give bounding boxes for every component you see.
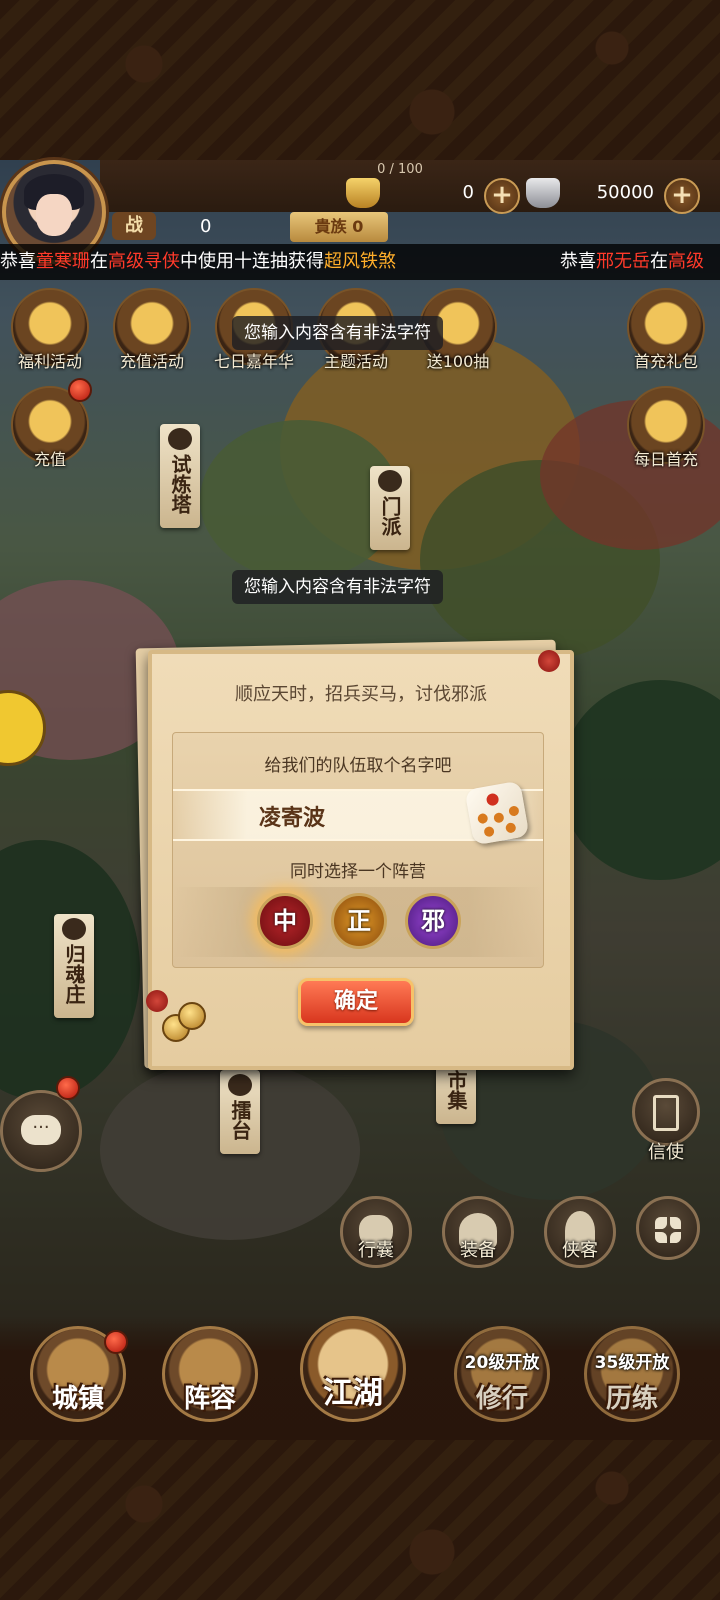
toast-illegal-chars-2: 您输入内容含有非法字符: [232, 570, 443, 604]
announcement-marquee: 恭喜童寒珊在高级寻侠中使用十连抽获得超风铁煞 恭喜邢无岳在高级: [0, 244, 720, 280]
gold-resource: 0 +: [346, 178, 520, 214]
silver-ingot-icon: [526, 178, 560, 208]
camp-selector: 中 正 邪: [173, 887, 543, 957]
random-name-dice-icon[interactable]: [464, 780, 530, 846]
activity-daily-first-recharge[interactable]: 每日首充: [620, 386, 712, 470]
nav-lineup-label: 阵容: [183, 1384, 236, 1414]
map-sign-soul-village[interactable]: 归魂庄: [54, 914, 94, 1018]
nav-jianghu-label: 江湖: [323, 1376, 383, 1411]
silver-resource: 50000 +: [526, 178, 700, 214]
camp-evil-button[interactable]: 邪: [405, 893, 461, 949]
add-silver-button[interactable]: +: [664, 178, 700, 214]
chat-button[interactable]: ···: [0, 1090, 82, 1172]
activity-first-recharge-pack[interactable]: 首充礼包: [620, 288, 712, 372]
power-icon: 战: [112, 212, 156, 240]
decorative-knot-icon: [538, 650, 560, 672]
team-name-input[interactable]: [259, 801, 459, 831]
gold-ingot-icon: [346, 178, 380, 208]
confirm-button[interactable]: 确定: [298, 978, 414, 1026]
create-team-dialog: 顺应天时，招兵买马，讨伐邪派 给我们的队伍取个名字吧 同时选择一个阵营 中 正 …: [146, 650, 574, 1070]
power-value: 0: [200, 216, 212, 237]
silver-value: 50000: [596, 182, 654, 203]
chat-notification-dot: [56, 1076, 80, 1100]
decorative-bell-icon: [178, 1002, 206, 1030]
recharge-notification-dot: [68, 378, 92, 402]
nav-training-label: 历练: [605, 1384, 658, 1414]
bag-label: 行囊: [358, 1240, 394, 1261]
nav-training-lock: 35级开放: [594, 1353, 670, 1373]
marquee-line-1: 恭喜童寒珊在高级寻侠中使用十连抽获得超风铁煞: [0, 251, 396, 272]
town-notification-dot: [104, 1330, 128, 1354]
four-petal-icon: [655, 1217, 681, 1243]
map-sign-arena[interactable]: 擂台: [220, 1070, 260, 1154]
nav-practice-lock: 20级开放: [464, 1353, 540, 1373]
team-name-field: [173, 780, 543, 846]
exp-text: 0 / 100: [377, 162, 423, 177]
nav-town-label: 城镇: [51, 1384, 104, 1414]
toast-illegal-chars-1: 您输入内容含有非法字符: [232, 316, 443, 350]
messenger-button[interactable]: [632, 1078, 700, 1146]
dialog-title: 顺应天时，招兵买马，讨伐邪派: [235, 684, 487, 705]
top-ornamental-frame: [0, 0, 720, 160]
hero-label: 侠客: [562, 1240, 598, 1261]
equip-label: 装备: [460, 1240, 496, 1261]
team-name-prompt: 给我们的队伍取个名字吧: [264, 756, 452, 776]
decorative-knot-icon: [146, 990, 168, 1012]
letter-icon: [653, 1095, 679, 1131]
nav-practice-label: 修行: [475, 1384, 528, 1414]
dialog-panel: 给我们的队伍取个名字吧 同时选择一个阵营 中 正 邪: [172, 732, 544, 968]
camp-neutral-button[interactable]: 中: [257, 893, 313, 949]
marquee-line-2: 恭喜邢无岳在高级: [560, 251, 704, 272]
map-sign-trial-tower[interactable]: 试炼塔: [160, 424, 200, 528]
map-sign-sect[interactable]: 门派: [370, 466, 410, 550]
camp-righteous-button[interactable]: 正: [331, 893, 387, 949]
bottom-ornamental-frame: [0, 1440, 720, 1600]
activity-recharge-event[interactable]: 充值活动: [106, 288, 198, 372]
camp-prompt: 同时选择一个阵营: [290, 862, 426, 882]
gold-value: 0: [462, 182, 474, 203]
chat-bubble-icon: ···: [21, 1115, 61, 1145]
more-menu-button[interactable]: [636, 1196, 700, 1260]
add-gold-button[interactable]: +: [484, 178, 520, 214]
messenger-label: 信使: [648, 1142, 684, 1163]
noble-badge[interactable]: 貴族 0: [290, 212, 388, 242]
activity-welfare[interactable]: 福利活动: [4, 288, 96, 372]
